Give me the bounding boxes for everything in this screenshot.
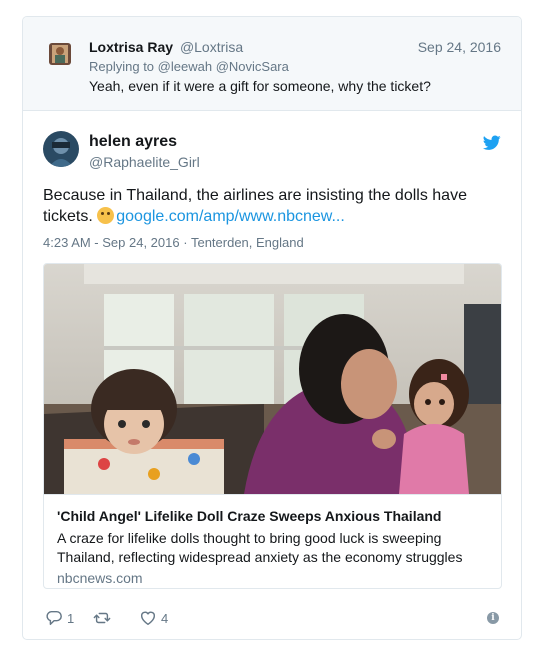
author-handle[interactable]: @Raphaelite_Girl [89, 154, 200, 170]
author-avatar[interactable] [43, 131, 79, 167]
article-domain: nbcnews.com [57, 570, 143, 586]
reply-author-name[interactable]: Loxtrisa Ray [89, 39, 173, 55]
tweet-embed-card: Loxtrisa Ray @Loxtrisa Sep 24, 2016 Repl… [22, 16, 522, 640]
reply-text: Yeah, even if it were a gift for someone… [89, 78, 431, 94]
parent-tweet[interactable]: Loxtrisa Ray @Loxtrisa Sep 24, 2016 Repl… [23, 17, 521, 111]
link-card-body[interactable]: 'Child Angel' Lifelike Doll Craze Sweeps… [44, 494, 501, 588]
reply-action[interactable]: 1 [45, 609, 74, 627]
tweet-link[interactable]: google.com/amp/www.nbcnew... [116, 208, 345, 225]
reply-author-handle[interactable]: @Loxtrisa [180, 39, 243, 55]
tweet-timestamp[interactable]: 4:23 AM - Sep 24, 2016 [43, 235, 180, 250]
reply-icon [46, 610, 62, 626]
tweet-meta: 4:23 AM - Sep 24, 2016 · Tenterden, Engl… [43, 235, 304, 250]
link-preview-card[interactable]: 'Child Angel' Lifelike Doll Craze Sweeps… [43, 263, 502, 589]
mention-novicsara[interactable]: @NovicSara [216, 59, 289, 74]
meta-separator: · [183, 235, 188, 250]
replying-prefix: Replying to [89, 59, 155, 74]
retweet-action[interactable] [93, 609, 115, 627]
tweet-text: Because in Thailand, the airlines are in… [43, 185, 483, 227]
tweet-location[interactable]: Tenterden, England [191, 235, 304, 250]
twitter-bird-icon[interactable] [483, 135, 501, 151]
reply-avatar[interactable] [49, 43, 71, 65]
tweet-actions: 1 4 i [43, 609, 503, 631]
flushed-face-emoji-icon [97, 207, 115, 224]
like-action[interactable]: 4 [139, 609, 168, 627]
reply-count: 1 [67, 610, 75, 626]
replying-to: Replying to @leewah @NovicSara [89, 59, 289, 74]
article-title[interactable]: 'Child Angel' Lifelike Doll Craze Sweeps… [57, 508, 488, 524]
heart-icon [140, 611, 156, 626]
article-description: A craze for lifelike dolls thought to br… [57, 530, 463, 565]
info-icon[interactable]: i [487, 612, 499, 624]
like-count: 4 [161, 610, 169, 626]
reply-date[interactable]: Sep 24, 2016 [418, 39, 501, 55]
retweet-icon [93, 612, 111, 624]
mention-leewah[interactable]: @leewah [158, 59, 212, 74]
author-name[interactable]: helen ayres [89, 133, 177, 151]
article-image[interactable] [44, 264, 501, 494]
reply-author[interactable]: Loxtrisa Ray @Loxtrisa [89, 39, 243, 55]
